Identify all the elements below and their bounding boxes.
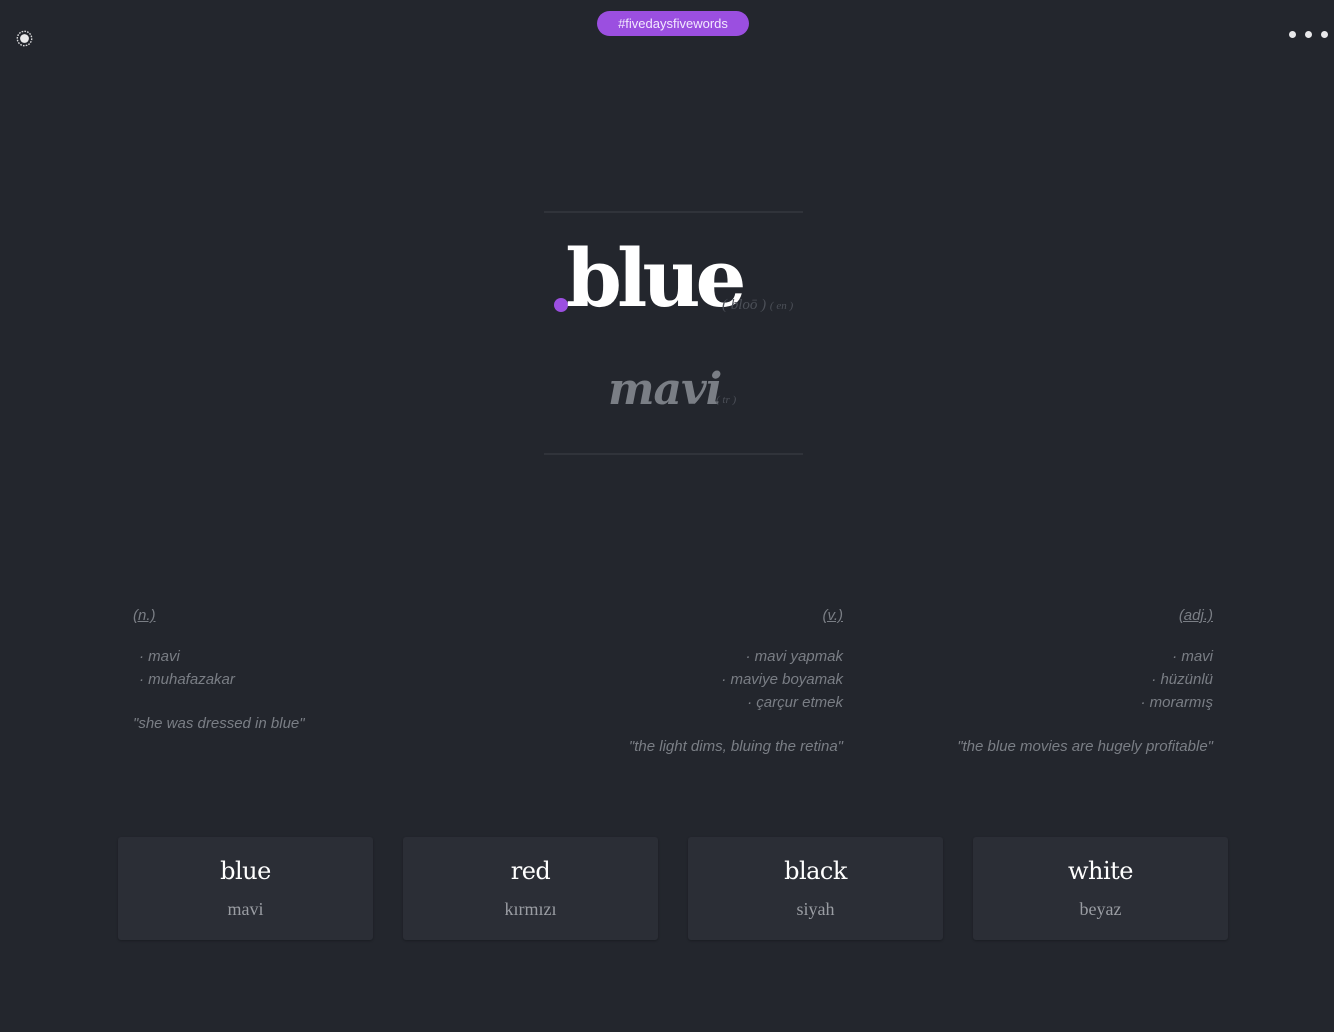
sun-icon[interactable] xyxy=(16,30,33,47)
meaning-item: · çarçur etmek xyxy=(747,694,843,711)
card-word: blue xyxy=(220,857,271,885)
word-card-black[interactable]: black siyah xyxy=(688,837,943,940)
pronunciation: ( bloō ) ( en ) xyxy=(722,297,793,314)
definition-noun: (n.) · mavi · muhafazakar "she was dress… xyxy=(133,606,433,734)
pronunciation-text: ( bloō ) xyxy=(722,297,767,313)
meaning-list: · mavi yapmak · maviye boyamak · çarçur … xyxy=(543,645,843,714)
part-of-speech: (adj.) xyxy=(1178,607,1213,624)
meaning-item: · mavi xyxy=(1172,648,1213,665)
card-translation: kırmızı xyxy=(504,899,557,919)
example-sentence: "the blue movies are hugely profitable" xyxy=(957,738,1213,755)
example-sentence: "she was dressed in blue" xyxy=(133,715,305,732)
hashtag-badge[interactable]: #fivedaysfivewords xyxy=(597,11,749,36)
meaning-item: · mavi yapmak xyxy=(745,648,843,665)
top-divider xyxy=(544,211,803,213)
part-of-speech: (n.) xyxy=(133,607,156,624)
card-word: black xyxy=(784,857,847,885)
translation-word: mavi xyxy=(608,364,722,415)
word-card-white[interactable]: white beyaz xyxy=(973,837,1228,940)
example-sentence: "the light dims, bluing the retina" xyxy=(628,738,843,755)
word-card-red[interactable]: red kırmızı xyxy=(403,837,658,940)
meaning-item: · mavi xyxy=(139,648,180,665)
card-word: red xyxy=(510,857,551,885)
menu-dot xyxy=(1305,30,1312,38)
card-translation: siyah xyxy=(796,899,835,919)
card-word: white xyxy=(1067,857,1134,885)
word-heading: blue ( bloō ) ( en ) xyxy=(544,228,834,328)
card-translation: mavi xyxy=(227,899,264,919)
definition-verb: (v.) · mavi yapmak · maviye boyamak · ça… xyxy=(543,606,843,757)
word-card-blue[interactable]: blue mavi xyxy=(118,837,373,940)
meaning-list: · mavi · hüzünlü · morarmış xyxy=(913,645,1214,714)
target-language: ( tr ) xyxy=(716,394,737,406)
main-word: blue xyxy=(566,231,746,325)
bottom-divider xyxy=(544,453,803,455)
menu-dot xyxy=(1289,30,1296,38)
part-of-speech: (v.) xyxy=(822,607,843,624)
source-language: ( en ) xyxy=(769,300,794,312)
meaning-list: · mavi · muhafazakar xyxy=(133,645,433,691)
meaning-item: · maviye boyamak xyxy=(721,671,843,688)
meaning-item: · hüzünlü xyxy=(1151,671,1213,688)
more-dots-icon[interactable] xyxy=(1284,26,1332,42)
card-translation: beyaz xyxy=(1079,899,1122,919)
menu-dot xyxy=(1321,30,1328,38)
meaning-item: · morarmış xyxy=(1140,694,1214,711)
meaning-item: · muhafazakar xyxy=(139,671,235,688)
definition-adjective: (adj.) · mavi · hüzünlü · morarmış "the … xyxy=(913,606,1213,757)
